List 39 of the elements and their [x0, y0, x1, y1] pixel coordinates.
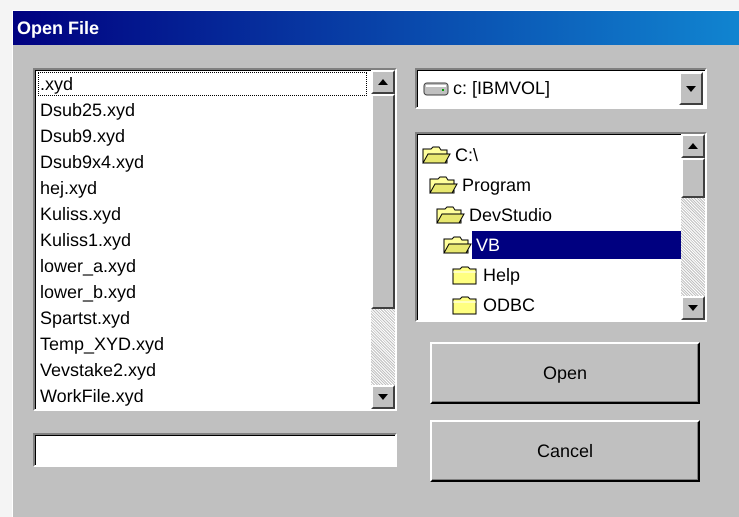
file-item[interactable]: WorkFile.xyd — [38, 384, 367, 408]
down-arrow-icon — [686, 86, 696, 92]
file-item[interactable]: lower_b.xyd — [38, 280, 367, 304]
file-item[interactable]: hej.xyd — [38, 176, 367, 200]
scrollbar[interactable] — [681, 134, 705, 320]
scrollbar[interactable] — [371, 70, 395, 409]
cancel-button[interactable]: Cancel — [430, 420, 700, 482]
folder-item[interactable]: C:\ — [451, 141, 681, 169]
file-item[interactable]: .xyd — [38, 72, 367, 96]
file-item[interactable]: Kuliss1.xyd — [38, 228, 367, 252]
folder-item[interactable]: Help — [479, 261, 681, 289]
file-item[interactable]: Dsub9.xyd — [38, 124, 367, 148]
file-item[interactable]: Dsub9x4.xyd — [38, 150, 367, 174]
file-item[interactable]: Spartst.xyd — [38, 306, 367, 330]
folder-item[interactable]: VB — [472, 231, 681, 259]
window-title: Open File — [17, 18, 100, 38]
folder-item[interactable]: ODBC — [479, 291, 681, 319]
file-item[interactable]: Temp_XYD.xyd — [38, 332, 367, 356]
folder-item[interactable]: Program — [458, 171, 681, 199]
drive-icon — [423, 82, 449, 96]
scroll-up-button[interactable] — [681, 134, 705, 158]
scroll-thumb[interactable] — [371, 94, 395, 309]
file-item[interactable]: Kuliss.xyd — [38, 202, 367, 226]
open-button[interactable]: Open — [430, 342, 700, 404]
file-item[interactable]: Vevstake2.xyd — [38, 358, 367, 382]
scroll-down-button[interactable] — [371, 385, 395, 409]
drive-dropdown[interactable]: c: [IBMVOL] — [415, 68, 707, 109]
down-arrow-icon — [378, 394, 388, 400]
scroll-down-button[interactable] — [681, 296, 705, 320]
scroll-thumb[interactable] — [681, 158, 705, 198]
file-name-field[interactable] — [33, 433, 397, 467]
file-item[interactable]: Dsub25.xyd — [38, 98, 367, 122]
file-item[interactable]: lower_a.xyd — [38, 254, 367, 278]
folder-item[interactable]: DevStudio — [465, 201, 681, 229]
scroll-up-button[interactable] — [371, 70, 395, 94]
up-arrow-icon — [378, 79, 388, 85]
dropdown-button[interactable] — [679, 72, 703, 105]
down-arrow-icon — [688, 305, 698, 311]
up-arrow-icon — [688, 143, 698, 149]
